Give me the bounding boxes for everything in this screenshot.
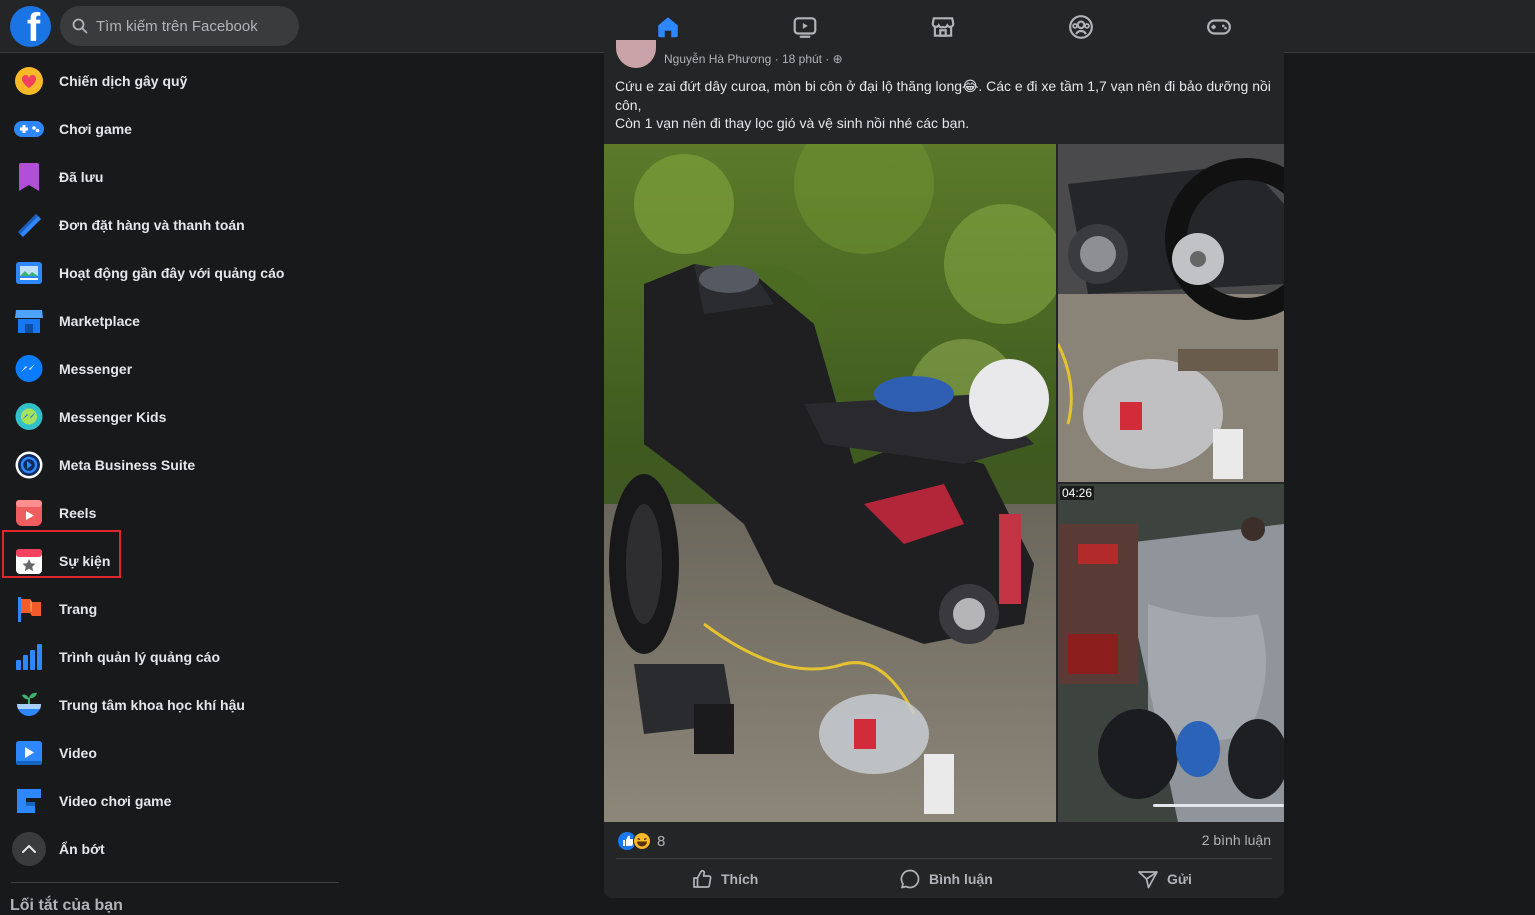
sidebar-item-label: Trang: [59, 601, 98, 617]
search-input[interactable]: [96, 17, 286, 35]
sidebar-item-label: Trung tâm khoa học khí hậu: [59, 697, 245, 713]
payment-icon: [12, 208, 46, 242]
send-icon: [1138, 871, 1158, 889]
sidebar-item-show-less[interactable]: Ẩn bớt: [0, 825, 350, 873]
marketplace-icon: [12, 304, 46, 338]
sidebar-item-video[interactable]: Video: [0, 729, 350, 777]
sidebar-item-pages[interactable]: Trang: [0, 585, 350, 633]
sidebar-item-label: Video chơi game: [59, 793, 172, 809]
gaming-icon: [1207, 18, 1231, 35]
sidebar-divider: [11, 882, 339, 883]
post-text-line: Cứu e zai đứt dây curoa, mòn bi côn ở đạ…: [615, 78, 1271, 113]
groups-icon: [1069, 14, 1093, 39]
chevron-up-icon: [12, 832, 46, 866]
sidebar-item-label: Đã lưu: [59, 169, 104, 185]
sidebar-item-ads-manager[interactable]: Trình quản lý quảng cáo: [0, 633, 350, 681]
sidebar-item-meta-business-suite[interactable]: Meta Business Suite: [0, 441, 350, 489]
feed-post: Nguyễn Hà Phương · 18 phút · ⊕ Cứu e zai…: [604, 40, 1284, 898]
sidebar-item-play-games[interactable]: Chơi game: [0, 105, 350, 153]
messenger-icon: [12, 352, 46, 386]
sidebar-item-recent-ad-activity[interactable]: Hoạt động gần đây với quảng cáo: [0, 249, 350, 297]
comment-button[interactable]: Bình luận: [899, 864, 993, 894]
sidebar-item-label: Messenger: [59, 361, 133, 377]
like-button[interactable]: Thích: [691, 864, 758, 894]
action-divider: [616, 858, 1272, 859]
sidebar-item-label: Reels: [59, 505, 97, 521]
facebook-logo[interactable]: f: [10, 6, 51, 47]
video-icon: [12, 736, 46, 770]
sidebar-item-label: Ẩn bớt: [59, 841, 105, 857]
post-author-meta[interactable]: Nguyễn Hà Phương · 18 phút · ⊕: [664, 52, 843, 66]
sidebar-item-label: Messenger Kids: [59, 409, 167, 425]
bookmark-icon: [12, 160, 46, 194]
sidebar-item-orders-payments[interactable]: Đơn đặt hàng và thanh toán: [0, 201, 350, 249]
sidebar-item-label: Video: [59, 745, 97, 761]
reaction-summary[interactable]: 8: [618, 832, 665, 850]
sidebar-item-fundraisers[interactable]: Chiến dịch gây quỹ: [0, 57, 350, 105]
search-box[interactable]: [60, 6, 299, 46]
pages-flag-icon: [12, 592, 46, 626]
post-photo-scooter[interactable]: [604, 144, 1056, 822]
business-suite-icon: [12, 448, 46, 482]
sidebar-item-label: Chơi game: [59, 121, 132, 137]
sidebar-item-label: Hoạt động gần đây với quảng cáo: [59, 265, 285, 281]
author-avatar[interactable]: [616, 40, 656, 68]
sidebar-item-messenger-kids[interactable]: Messenger Kids: [0, 393, 350, 441]
sidebar-item-marketplace[interactable]: Marketplace: [0, 297, 350, 345]
like-label: Thích: [721, 871, 759, 887]
comment-count-link[interactable]: 2 bình luận: [1202, 832, 1271, 848]
reels-icon: [12, 496, 46, 530]
sidebar-item-label: Trình quản lý quảng cáo: [59, 649, 221, 665]
send-button[interactable]: Gửi: [1137, 864, 1192, 894]
thumbs-up-icon: [693, 869, 712, 888]
climate-icon: [12, 688, 46, 722]
reaction-count: 8: [657, 832, 666, 850]
sidebar-item-saved[interactable]: Đã lưu: [0, 153, 350, 201]
ads-manager-icon: [12, 640, 46, 674]
send-label: Gửi: [1167, 871, 1192, 887]
shortcuts-heading: Lối tắt của bạn: [10, 897, 123, 914]
sidebar-item-gaming-video[interactable]: Video chơi game: [0, 777, 350, 825]
left-sidebar: Chiến dịch gây quỹ Chơi game Đã lưu Đơn …: [0, 57, 350, 873]
watch-icon: [793, 16, 817, 38]
haha-reaction-icon: [633, 832, 651, 850]
messenger-kids-icon: [12, 400, 46, 434]
marketplace-icon: [931, 16, 955, 37]
fundraiser-icon: [12, 64, 46, 98]
comment-label: Bình luận: [929, 871, 993, 887]
post-text: Cứu e zai đứt dây curoa, mòn bi côn ở đạ…: [615, 77, 1275, 133]
search-icon: [72, 18, 88, 34]
home-icon: [658, 16, 678, 37]
comment-icon: [900, 869, 920, 889]
video-timestamp: 04:26: [1060, 486, 1095, 500]
highlight-box: [2, 530, 121, 578]
sidebar-item-label: Chiến dịch gây quỹ: [59, 73, 188, 89]
post-photo-engine[interactable]: [1058, 144, 1284, 482]
sidebar-item-climate-center[interactable]: Trung tâm khoa học khí hậu: [0, 681, 350, 729]
post-video-garage[interactable]: 04:26: [1058, 484, 1284, 822]
sidebar-item-label: Đơn đặt hàng và thanh toán: [59, 217, 245, 233]
sidebar-item-label: Meta Business Suite: [59, 457, 196, 473]
sidebar-item-messenger[interactable]: Messenger: [0, 345, 350, 393]
post-text-line: Còn 1 vạn nên đi thay lọc gió và vệ sinh…: [615, 115, 970, 131]
gamepad-icon: [12, 112, 46, 146]
ad-activity-icon: [12, 256, 46, 290]
sidebar-item-label: Marketplace: [59, 313, 140, 329]
gaming-video-icon: [12, 784, 46, 818]
